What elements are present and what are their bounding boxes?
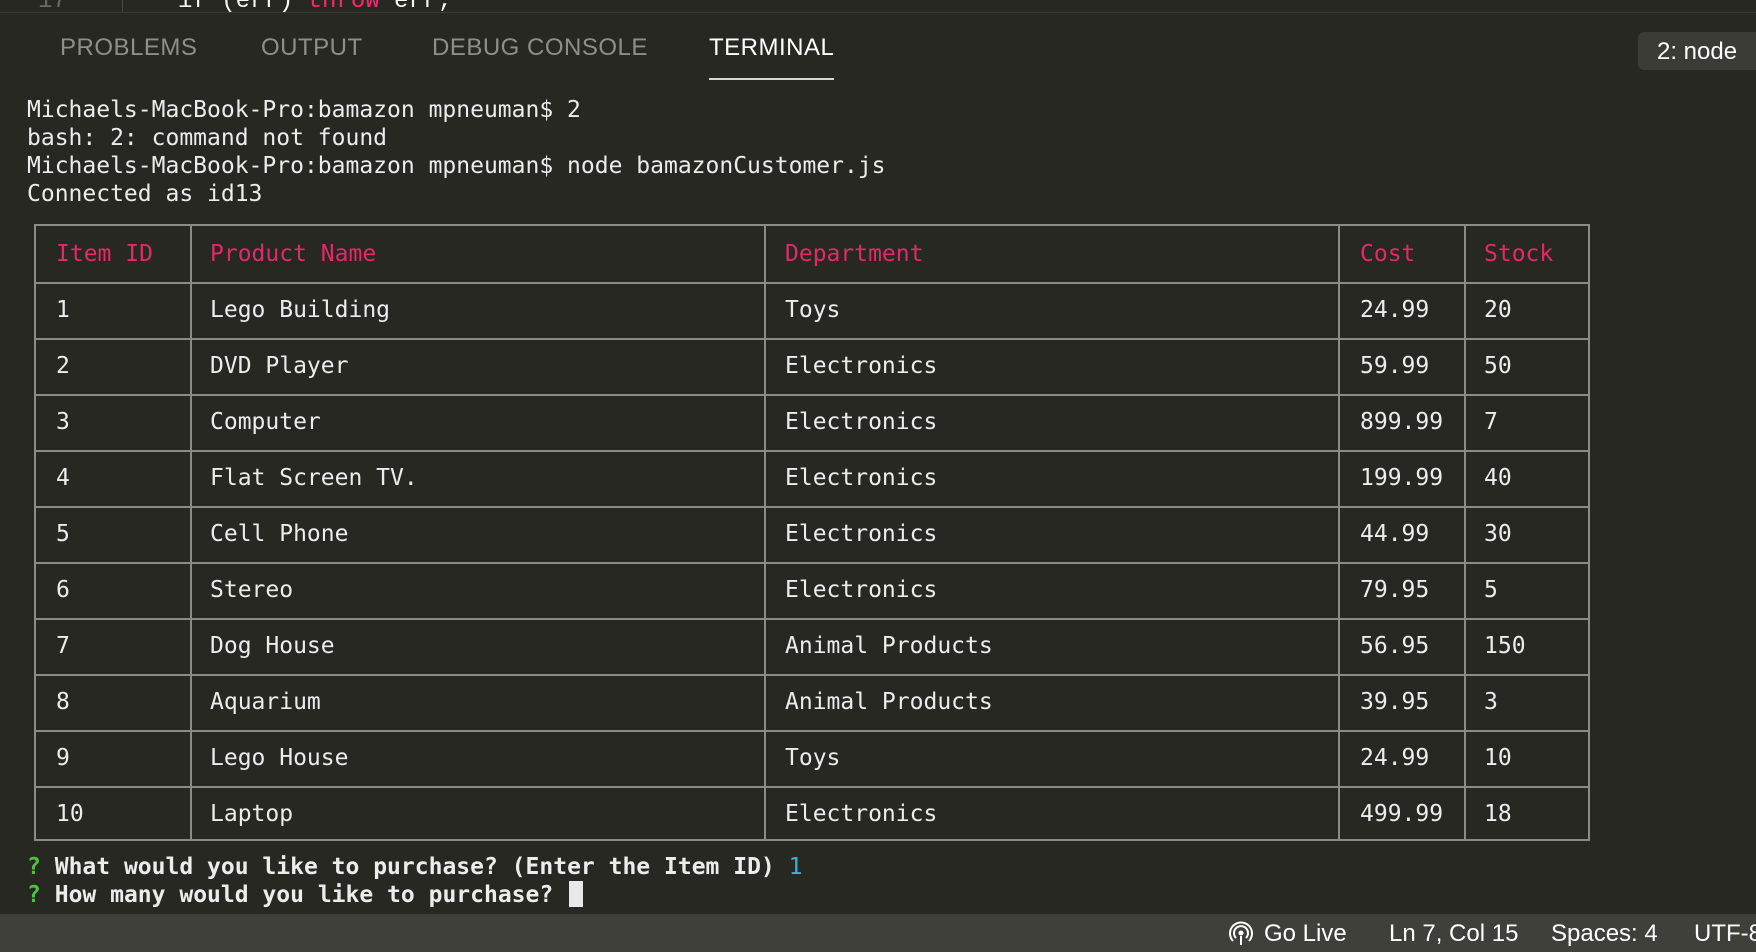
table-cell: 8 — [56, 689, 70, 715]
table-cell: 150 — [1484, 633, 1526, 659]
table-cell: 39.95 — [1360, 689, 1430, 715]
table-cell: 18 — [1484, 801, 1512, 827]
table-cell: Animal Products — [785, 633, 993, 659]
table-cell: Stereo — [210, 577, 294, 603]
code-suffix: err; — [380, 0, 452, 12]
table-cell: Cell Phone — [210, 521, 349, 547]
prompt-question: How many would you like to purchase? — [54, 882, 554, 908]
table-header-cell: Item ID — [56, 241, 153, 267]
file-encoding[interactable]: UTF-8 — [1694, 920, 1756, 948]
table-cell: 10 — [56, 801, 84, 827]
table-cell: 499.99 — [1360, 801, 1444, 827]
table-column-divider — [764, 226, 766, 839]
table-cell: Electronics — [785, 577, 938, 603]
table-cell: 5 — [1484, 577, 1498, 603]
table-header-cell: Product Name — [210, 241, 377, 267]
cursor-position[interactable]: Ln 7, Col 15 — [1389, 920, 1518, 948]
table-column-divider — [1338, 226, 1340, 839]
table-cell: Lego House — [210, 745, 349, 771]
status-bar: Go Live Ln 7, Col 15 Spaces: 4 UTF-8 — [0, 914, 1756, 952]
table-cell: Lego Building — [210, 297, 391, 323]
table-cell: 3 — [1484, 689, 1498, 715]
table-cell: Flat Screen TV. — [210, 465, 418, 491]
prompt-quantity[interactable]: ? How many would you like to purchase? — [27, 881, 584, 909]
prompt-answer: 1 — [788, 854, 803, 880]
table-cell: 20 — [1484, 297, 1512, 323]
table-cell: 44.99 — [1360, 521, 1430, 547]
prompt-item-id: ? What would you like to purchase? (Ente… — [27, 853, 803, 881]
terminal-line: bash: 2: command not found — [27, 125, 388, 151]
table-cell: Electronics — [785, 409, 938, 435]
editor-peek: 17 if (err) throw err; — [0, 0, 1756, 13]
table-cell: 24.99 — [1360, 745, 1430, 771]
code-keyword: throw — [308, 0, 380, 12]
table-cell: 3 — [56, 409, 70, 435]
table-column-divider — [1464, 226, 1466, 839]
table-cell: Dog House — [210, 633, 335, 659]
indent-guide — [122, 0, 123, 12]
prompt-mark: ? — [27, 882, 41, 908]
terminal-instance-select[interactable]: 2: node — [1638, 32, 1756, 70]
prompt-question: What would you like to purchase? (Enter … — [54, 854, 775, 880]
table-cell: 6 — [56, 577, 70, 603]
table-cell: 7 — [1484, 409, 1498, 435]
terminal-line: Michaels-MacBook-Pro:bamazon mpneuman$ 2 — [27, 97, 581, 123]
editor-code-line: if (err) throw err; — [178, 0, 452, 12]
products-table: Item ID Product Name Department Cost Stock 1 L… — [34, 224, 1590, 841]
table-header-cell: Cost — [1360, 241, 1416, 267]
table-cell: 2 — [56, 353, 70, 379]
table-header-cell: Department — [785, 241, 924, 267]
table-header-cell: Stock — [1484, 241, 1554, 267]
tab-problems[interactable]: PROBLEMS — [60, 34, 197, 80]
table-cell: Electronics — [785, 801, 938, 827]
table-cell: Electronics — [785, 465, 938, 491]
terminal-cursor — [569, 881, 584, 907]
terminal-line: Michaels-MacBook-Pro:bamazon mpneuman$ n… — [27, 153, 886, 179]
table-cell: 79.95 — [1360, 577, 1430, 603]
editor-line-number: 17 — [38, 0, 67, 12]
table-cell: Aquarium — [210, 689, 321, 715]
table-cell: 9 — [56, 745, 70, 771]
broadcast-icon — [1229, 921, 1253, 945]
table-cell: Animal Products — [785, 689, 993, 715]
prompt-mark: ? — [27, 854, 41, 880]
table-cell: 40 — [1484, 465, 1512, 491]
tab-output[interactable]: OUTPUT — [261, 34, 363, 80]
table-column-divider — [190, 226, 192, 839]
table-cell: 56.95 — [1360, 633, 1430, 659]
table-cell: 7 — [56, 633, 70, 659]
table-cell: 5 — [56, 521, 70, 547]
tab-terminal[interactable]: TERMINAL — [709, 34, 835, 80]
table-cell: Electronics — [785, 353, 938, 379]
table-cell: 899.99 — [1360, 409, 1444, 435]
table-cell: Electronics — [785, 521, 938, 547]
table-cell: Toys — [785, 297, 841, 323]
table-cell: 24.99 — [1360, 297, 1430, 323]
table-cell: 10 — [1484, 745, 1512, 771]
table-cell: 1 — [56, 297, 70, 323]
table-cell: 30 — [1484, 521, 1512, 547]
code-prefix: if (err) — [178, 0, 308, 12]
indentation-spaces[interactable]: Spaces: 4 — [1551, 920, 1658, 948]
terminal-line: Connected as id13 — [27, 181, 263, 207]
table-cell: 59.99 — [1360, 353, 1430, 379]
tab-debug-console[interactable]: DEBUG CONSOLE — [432, 34, 648, 80]
table-cell: 199.99 — [1360, 465, 1444, 491]
table-cell: 4 — [56, 465, 70, 491]
go-live-button[interactable]: Go Live — [1264, 920, 1347, 948]
table-cell: DVD Player — [210, 353, 349, 379]
table-cell: Laptop — [210, 801, 294, 827]
panel-tab-bar: PROBLEMS OUTPUT DEBUG CONSOLE TERMINAL — [0, 14, 1756, 80]
table-cell: Toys — [785, 745, 841, 771]
table-cell: Computer — [210, 409, 321, 435]
table-cell: 50 — [1484, 353, 1512, 379]
